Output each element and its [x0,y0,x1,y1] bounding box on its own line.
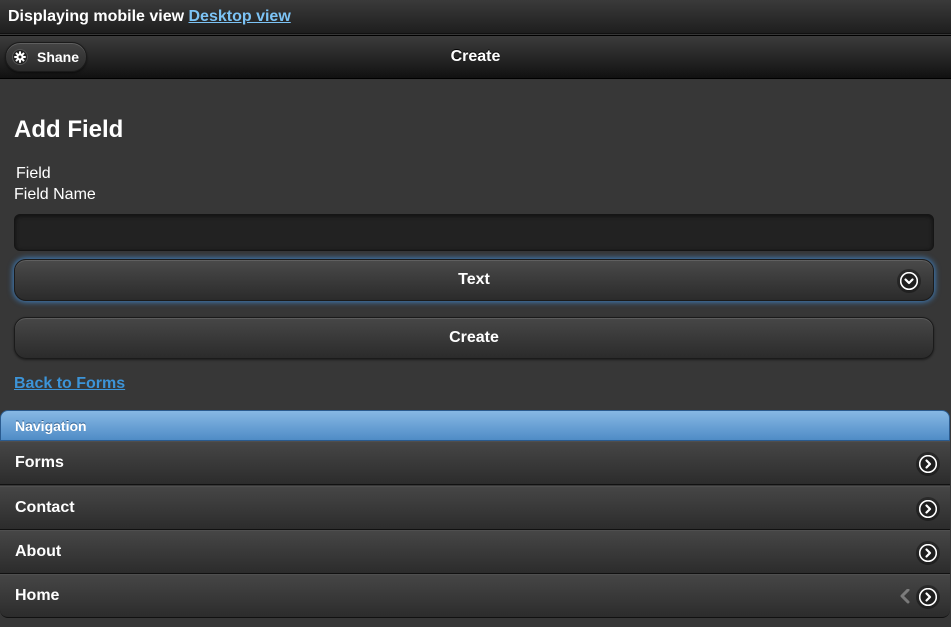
view-mode-bar: Displaying mobile view Desktop view [0,0,951,34]
chevron-right-icon [919,588,937,606]
nav-item-home[interactable]: Home [0,574,950,618]
chevron-right-icon [919,500,937,518]
chevron-right-icon [919,455,937,473]
nav-item-contact[interactable]: Contact [0,486,950,530]
field-type-select[interactable]: Text [14,259,934,301]
nav-item-label: Home [15,587,60,604]
create-button[interactable]: Create [14,317,934,359]
field-name-label: Field Name [14,186,96,203]
page-header: Shane Create [0,35,951,79]
nav-item-about[interactable]: About [0,530,950,574]
navigation-divider: Navigation [0,410,950,441]
field-type-value: Text [458,271,490,288]
field-name-input[interactable] [14,214,934,251]
loading-spinner-icon [900,589,910,604]
nav-item-label: Contact [15,499,75,516]
nav-item-label: About [15,543,62,560]
chevron-right-icon [919,544,937,562]
add-field-heading: Add Field [14,116,124,143]
view-mode-text: Displaying mobile view [8,8,185,25]
nav-item-forms[interactable]: Forms [0,441,950,485]
chevron-down-icon [900,272,918,290]
nav-item-label: Forms [15,454,64,471]
field-label: Field [16,165,51,182]
page-title-header: Create [450,48,501,65]
back-to-forms-link[interactable]: Back to Forms [14,375,125,393]
desktop-view-link[interactable]: Desktop view [189,8,291,25]
